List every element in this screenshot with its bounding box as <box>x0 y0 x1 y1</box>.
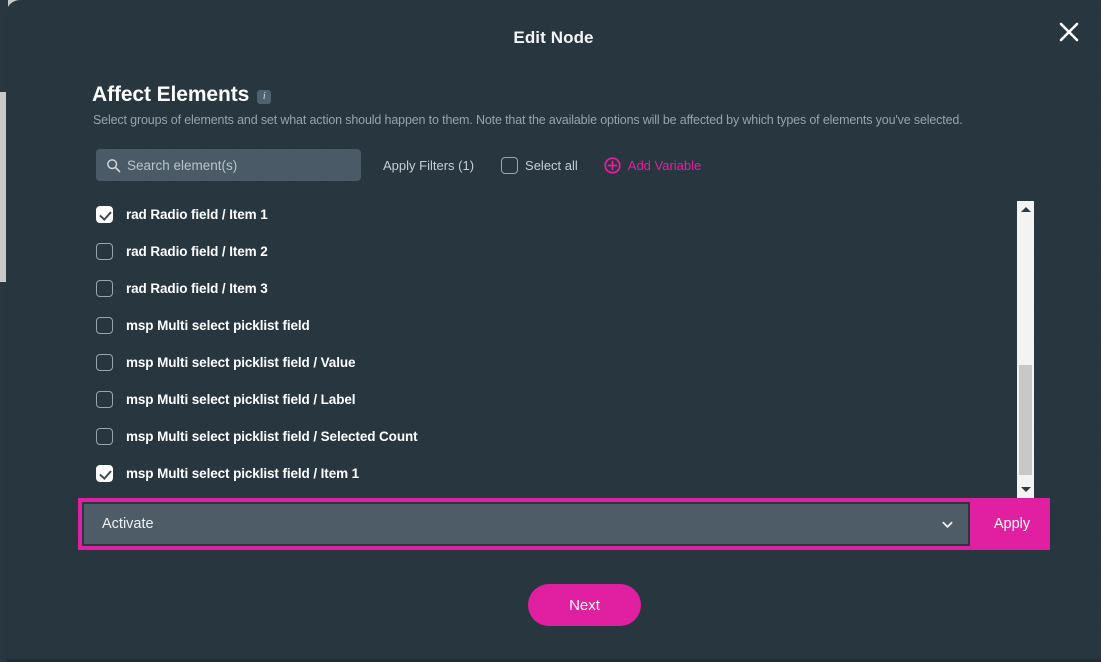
list-item-checkbox[interactable] <box>96 280 113 297</box>
section-title: Affect Elements <box>92 83 250 106</box>
list-item-label: rad Radio field / Item 1 <box>126 207 268 222</box>
section-header: Affect Elements i <box>92 83 272 107</box>
add-variable-button[interactable]: Add Variable <box>604 156 702 174</box>
list-item-label: msp Multi select picklist field / Select… <box>126 429 418 444</box>
close-icon <box>1059 22 1079 42</box>
list-item[interactable]: msp Multi select picklist field / Select… <box>96 418 1016 455</box>
chevron-down-icon <box>942 521 953 528</box>
list-item-label: msp Multi select picklist field <box>126 318 310 333</box>
search-icon <box>107 158 121 172</box>
list-item-label: msp Multi select picklist field / Item 1 <box>126 466 360 481</box>
controls-row: Apply Filters (1) Select all Add Variabl… <box>96 149 701 181</box>
element-list-scrollbar[interactable] <box>1017 201 1034 498</box>
list-item-checkbox[interactable] <box>96 391 113 408</box>
list-item[interactable]: rad Radio field / Item 1 <box>96 196 1016 233</box>
list-item-checkbox[interactable] <box>96 354 113 371</box>
select-all-checkbox-box[interactable] <box>501 156 519 174</box>
list-item-checkbox[interactable] <box>96 465 113 482</box>
action-row: Activate Apply <box>78 498 1050 550</box>
list-item-checkbox[interactable] <box>96 428 113 445</box>
scrollbar-down-button[interactable] <box>1017 481 1034 498</box>
list-item-checkbox[interactable] <box>96 317 113 334</box>
list-item-checkbox[interactable] <box>96 206 113 223</box>
list-item[interactable]: rad Radio field / Item 3 <box>96 270 1016 307</box>
apply-button[interactable]: Apply <box>974 498 1050 550</box>
edit-node-modal: Edit Node Affect Elements i Select group… <box>6 0 1101 662</box>
select-all-checkbox[interactable]: Select all <box>501 156 578 174</box>
list-item[interactable]: msp Multi select picklist field <box>96 307 1016 344</box>
close-button[interactable] <box>1049 12 1089 52</box>
search-input[interactable] <box>127 157 342 173</box>
list-item[interactable]: msp Multi select picklist field / Label <box>96 381 1016 418</box>
action-select-focus-ring: Activate <box>78 498 974 550</box>
list-item-label: msp Multi select picklist field / Label <box>126 392 356 407</box>
list-item[interactable]: msp Multi select picklist field / Item 1 <box>96 455 1016 492</box>
add-variable-label: Add Variable <box>627 157 702 173</box>
triangle-up-icon <box>1020 207 1031 212</box>
list-item-label: msp Multi select picklist field / Value <box>126 355 356 370</box>
select-all-label: Select all <box>525 157 578 173</box>
search-field[interactable] <box>96 149 361 181</box>
next-button[interactable]: Next <box>528 584 641 626</box>
list-item-checkbox[interactable] <box>96 243 113 260</box>
scrollbar-thumb[interactable] <box>1019 365 1032 475</box>
list-item[interactable]: msp Multi select picklist field / Value <box>96 344 1016 381</box>
list-item-label: rad Radio field / Item 3 <box>126 281 268 296</box>
action-select-value: Activate <box>102 516 154 532</box>
section-description: Select groups of elements and set what a… <box>93 113 963 127</box>
element-list[interactable]: rad Radio field / Item 1 rad Radio field … <box>96 196 1016 499</box>
list-item-label: rad Radio field / Item 2 <box>126 244 268 259</box>
plus-circle-icon <box>604 156 621 174</box>
apply-filters-button[interactable]: Apply Filters (1) <box>383 158 474 173</box>
triangle-down-icon <box>1020 487 1031 492</box>
action-select[interactable]: Activate <box>84 504 968 544</box>
page-title: Edit Node <box>513 28 594 47</box>
info-icon[interactable]: i <box>257 90 272 104</box>
list-item[interactable]: rad Radio field / Item 2 <box>96 233 1016 270</box>
scrollbar-up-button[interactable] <box>1017 201 1034 218</box>
